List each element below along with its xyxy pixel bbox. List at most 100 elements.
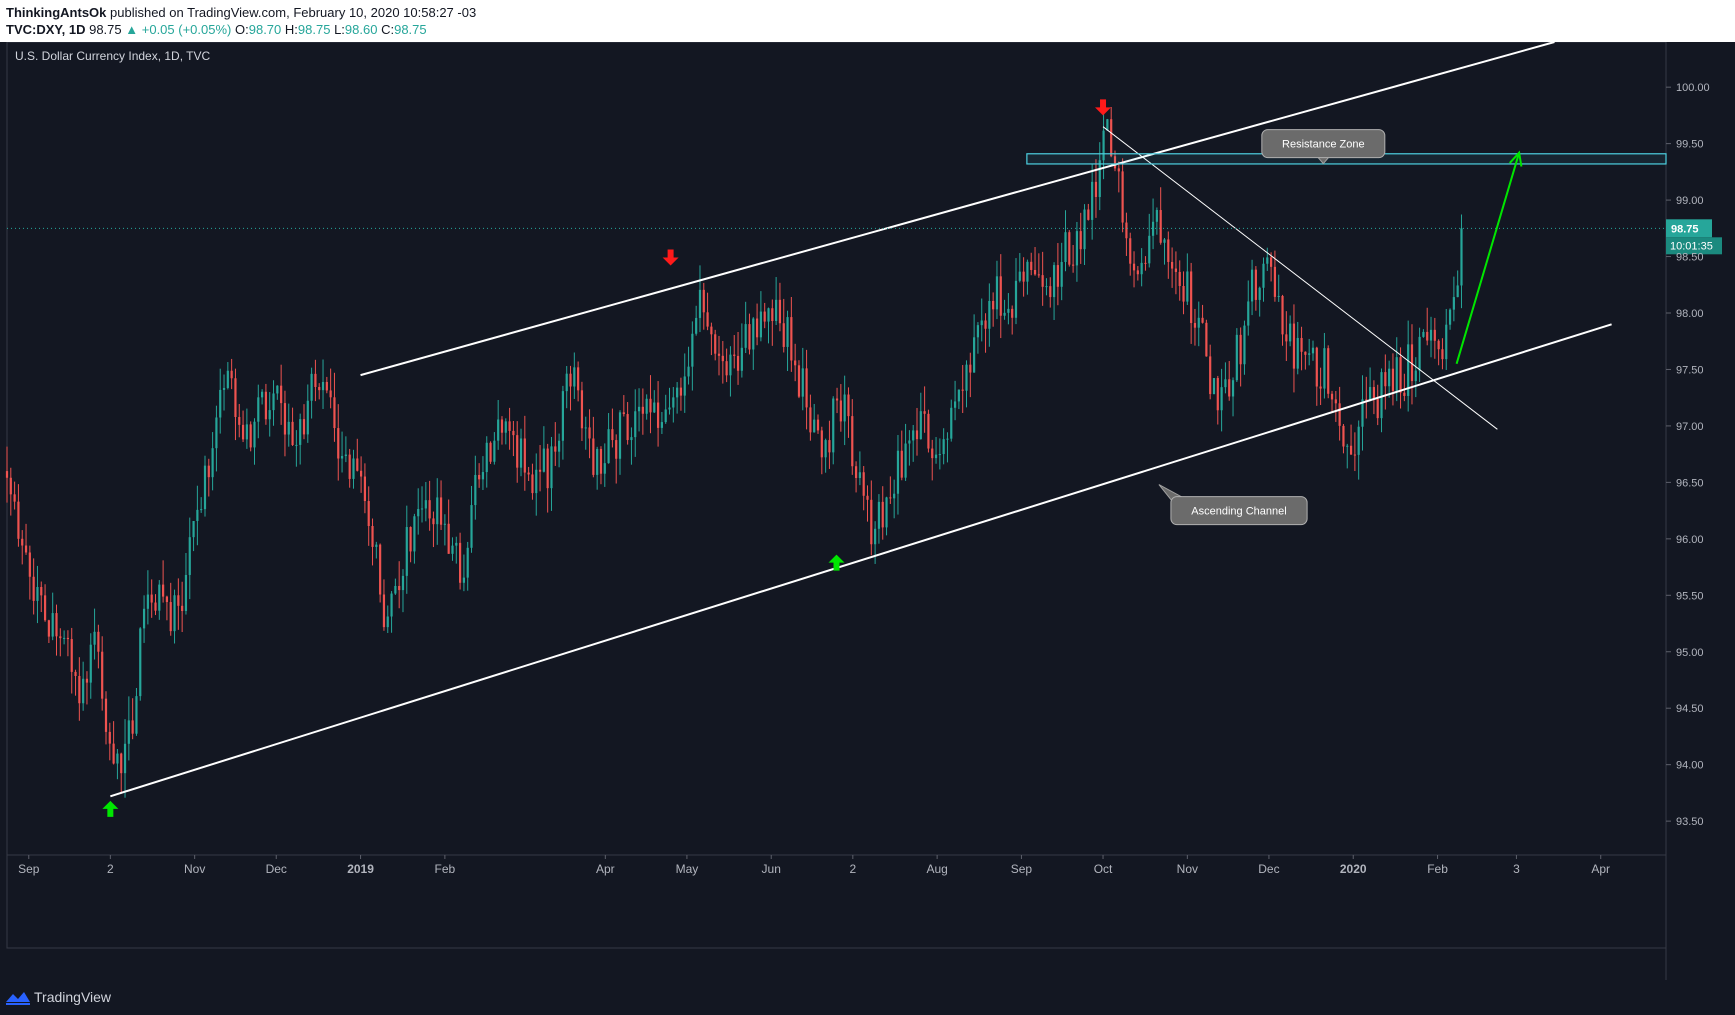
candle-body [1346, 445, 1349, 447]
candle-body [820, 430, 823, 458]
candle-body [1357, 426, 1360, 455]
candle-body [268, 410, 271, 420]
candle-body [1292, 323, 1296, 369]
candle-body [554, 446, 557, 452]
candle-body [1125, 222, 1128, 239]
candle-body [569, 373, 572, 387]
candle-body [1037, 274, 1040, 276]
candle-body [1003, 312, 1006, 316]
candle-body [763, 311, 766, 322]
candle-body [13, 494, 16, 502]
candle-body [847, 394, 850, 417]
candle-body [622, 412, 625, 415]
low-label: L: [334, 22, 345, 37]
candle-body [432, 518, 435, 525]
candle-body [1110, 119, 1113, 157]
candle-body [1315, 347, 1318, 387]
candle-body [127, 720, 130, 744]
candle-body [280, 385, 283, 404]
x-tick-label: Oct [1094, 862, 1113, 876]
x-tick-label: Sep [1011, 862, 1033, 876]
candle-body [333, 397, 336, 429]
candle-body [710, 326, 713, 335]
published-text: published on TradingView.com, February 1… [106, 5, 477, 20]
candle-body [1289, 323, 1292, 342]
descending-trend-line [1102, 126, 1498, 430]
candle-body [21, 538, 24, 546]
candle-body [1231, 380, 1235, 397]
candle-body [1030, 261, 1033, 270]
candle-body [786, 317, 789, 347]
candle-body [915, 430, 919, 440]
candle-body [1011, 308, 1014, 318]
candle-body [771, 308, 774, 321]
candle-body [531, 474, 534, 494]
candle-body [516, 435, 519, 468]
candle-body [1201, 317, 1204, 323]
candle-body [706, 312, 709, 327]
candle-body [721, 355, 724, 362]
candle-body [592, 438, 595, 475]
candle-body [1266, 257, 1269, 264]
time-axis[interactable]: Sep 2 Nov Dec 2019 Feb Apr May Jun 2 Aug Sep Oct Nov D… [7, 854, 1666, 876]
candle-body [314, 373, 317, 388]
candle-body [1281, 295, 1284, 335]
candle-body [1140, 262, 1143, 275]
chart-area[interactable]: U.S. Dollar Currency Index, 1D, TVC 98.7… [0, 41, 1735, 980]
candles [5, 106, 1463, 798]
candle-body [839, 400, 842, 422]
candle-body [984, 320, 987, 329]
candle-body [851, 416, 854, 467]
candle-body [1197, 317, 1200, 328]
candle-body [767, 308, 770, 322]
candle-body [97, 631, 100, 652]
candle-body [668, 407, 671, 410]
candle-body [1072, 264, 1075, 266]
candle-body [1136, 270, 1139, 275]
price-chart[interactable]: U.S. Dollar Currency Index, 1D, TVC 98.7… [0, 41, 1735, 980]
candle-body [1285, 334, 1288, 342]
candle-body [417, 508, 420, 517]
chart-title: U.S. Dollar Currency Index, 1D, TVC [15, 49, 211, 63]
candle-body [645, 398, 648, 414]
candle-body [291, 421, 294, 445]
candle-body [854, 466, 858, 479]
candle-body [165, 596, 169, 603]
author-name[interactable]: ThinkingAntsOk [6, 5, 106, 20]
candle-body [131, 720, 134, 734]
projection-arrow-line [1455, 152, 1521, 365]
candle-body [1205, 322, 1208, 357]
chart-header: ThinkingAntsOk published on TradingView.… [0, 0, 1735, 42]
candle-body [1399, 357, 1402, 393]
candle-body [1216, 378, 1219, 411]
y-tick-label: 97.50 [1676, 364, 1704, 376]
candle-body [135, 696, 138, 734]
candle-body [485, 442, 488, 473]
candle-body [1209, 356, 1212, 395]
price-axis[interactable]: 93.50 94.00 94.50 95.00 95.50 96.00 96.50 97.00… [1666, 82, 1710, 828]
candle-body [203, 465, 207, 510]
last-price-text: 98.75 [1671, 223, 1699, 235]
tradingview-brand[interactable]: TradingView [34, 989, 111, 1005]
candle-body [85, 678, 89, 683]
candle-body [695, 317, 698, 334]
candle-body [394, 585, 397, 594]
candle-body [139, 628, 142, 697]
candle-body [1277, 295, 1280, 297]
candle-body [1376, 398, 1379, 419]
candle-body [184, 574, 188, 612]
candle-body [436, 497, 439, 525]
candle-body [272, 393, 275, 411]
candle-body [1045, 286, 1048, 288]
candle-body [352, 458, 355, 479]
y-tick-label: 95.50 [1676, 590, 1704, 602]
candle-body [241, 424, 245, 440]
symbol-label[interactable]: TVC:DXY, 1D [6, 22, 85, 37]
candle-body [1270, 257, 1273, 267]
candle-body [1247, 301, 1250, 326]
candle-body [527, 472, 530, 475]
candle-body [504, 421, 507, 433]
x-tick-label: 2 [849, 862, 856, 876]
candle-body [1155, 210, 1158, 222]
candle-body [523, 438, 526, 473]
